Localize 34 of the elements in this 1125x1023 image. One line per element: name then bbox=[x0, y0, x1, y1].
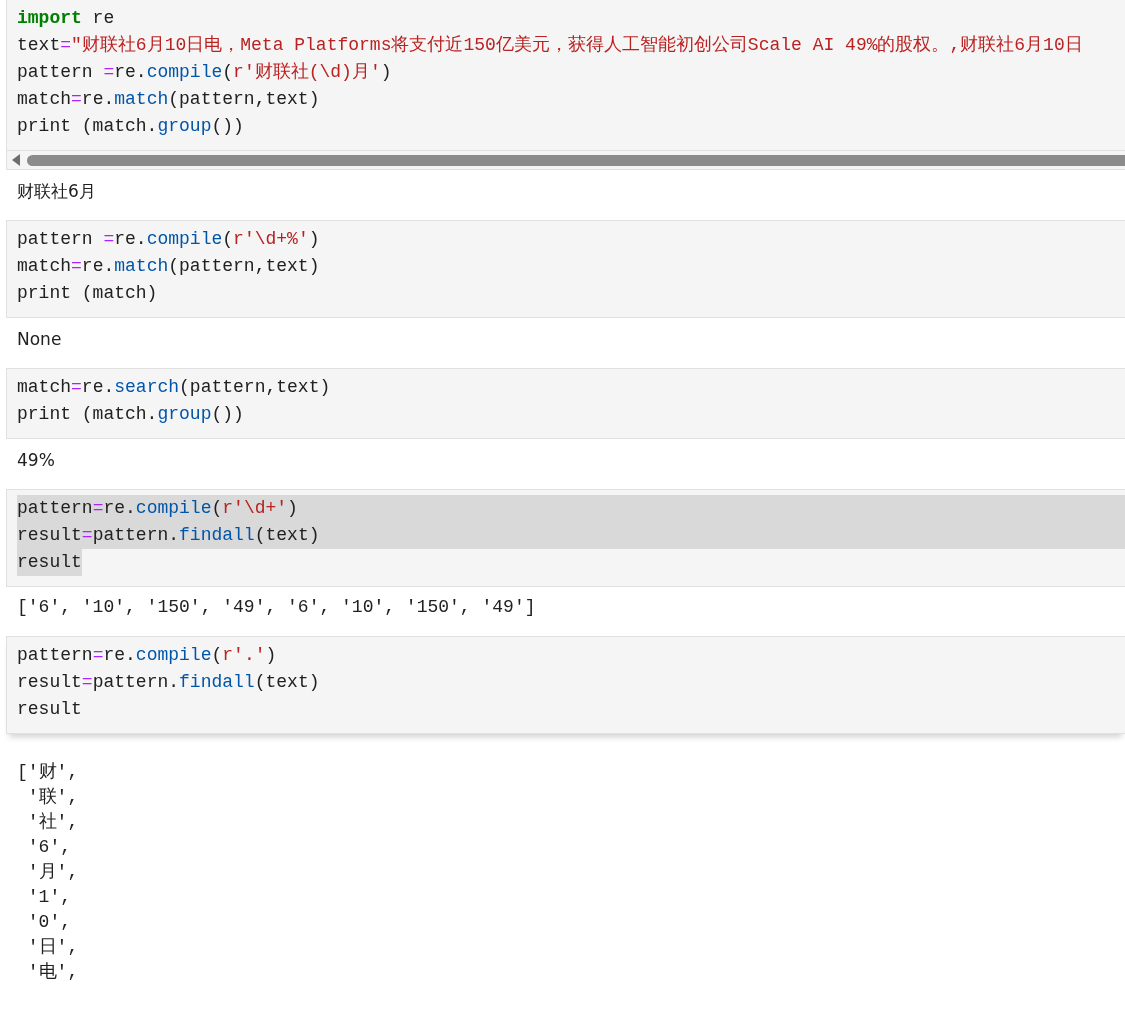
code-line: pattern=re.compile(r'.') bbox=[17, 644, 277, 667]
code-cell[interactable]: pattern=re.compile(r'.') result=pattern.findall(text) result bbox=[6, 636, 1125, 734]
output-line: 49% bbox=[17, 449, 56, 472]
code-line: text="财联社6月10日电，Meta Platforms将支付近150亿美元，获得人工智能初创公司Scale AI 49%的股权。,财联社6月10日 bbox=[17, 34, 1083, 57]
output-line: '1', bbox=[26, 886, 72, 909]
output-line: '0', bbox=[26, 911, 72, 934]
code-line: print (match) bbox=[17, 282, 158, 305]
code-line: import re bbox=[17, 7, 115, 30]
output-line: '社', bbox=[26, 811, 80, 834]
output-line: ['6', '10', '150', '49', '6', '10', '150', '49'] bbox=[17, 596, 537, 619]
code-line: pattern =re.compile(r'\d+%') bbox=[17, 228, 320, 251]
scrollbar-thumb[interactable] bbox=[27, 154, 1125, 166]
code-cell[interactable]: pattern =re.compile(r'\d+%') match=re.match(pattern,text) print (match) bbox=[6, 220, 1125, 318]
code-line: print (match.group()) bbox=[17, 115, 244, 138]
output-line: '电', bbox=[26, 961, 80, 984]
code-line: match=re.search(pattern,text) bbox=[17, 376, 331, 399]
output-line: ['财', bbox=[17, 761, 80, 784]
output-line: '6', bbox=[26, 836, 72, 859]
code-cell[interactable]: import re text="财联社6月10日电，Meta Platforms将支付近150亿美元，获得人工智能初创公司Scale AI 49%的股权。,财联社6月10日 pattern =re.compile(r'财联社(\d)月') match=re.match(pattern,text) print (match.group()) bbox=[6, 0, 1125, 151]
code-line: pattern =re.compile(r'财联社(\d)月') bbox=[17, 61, 392, 84]
code-line: match=re.match(pattern,text) bbox=[17, 88, 320, 111]
scroll-left-icon[interactable] bbox=[11, 154, 21, 166]
code-cell[interactable]: pattern=re.compile(r'\d+') result=pattern.findall(text) result bbox=[6, 489, 1125, 587]
output-line: '联', bbox=[26, 786, 80, 809]
code-line: print (match.group()) bbox=[17, 403, 244, 426]
code-line: result bbox=[17, 698, 82, 721]
output-line: None bbox=[17, 328, 63, 351]
code-cell[interactable]: match=re.search(pattern,text) print (match.group()) bbox=[6, 368, 1125, 439]
code-line: result=pattern.findall(text) bbox=[17, 671, 320, 694]
output-line: '日', bbox=[26, 936, 80, 959]
output-line: '月', bbox=[26, 861, 80, 884]
output-line: 财联社6月 bbox=[17, 180, 97, 203]
code-line: match=re.match(pattern,text) bbox=[17, 255, 320, 278]
horizontal-scrollbar[interactable] bbox=[6, 151, 1125, 170]
